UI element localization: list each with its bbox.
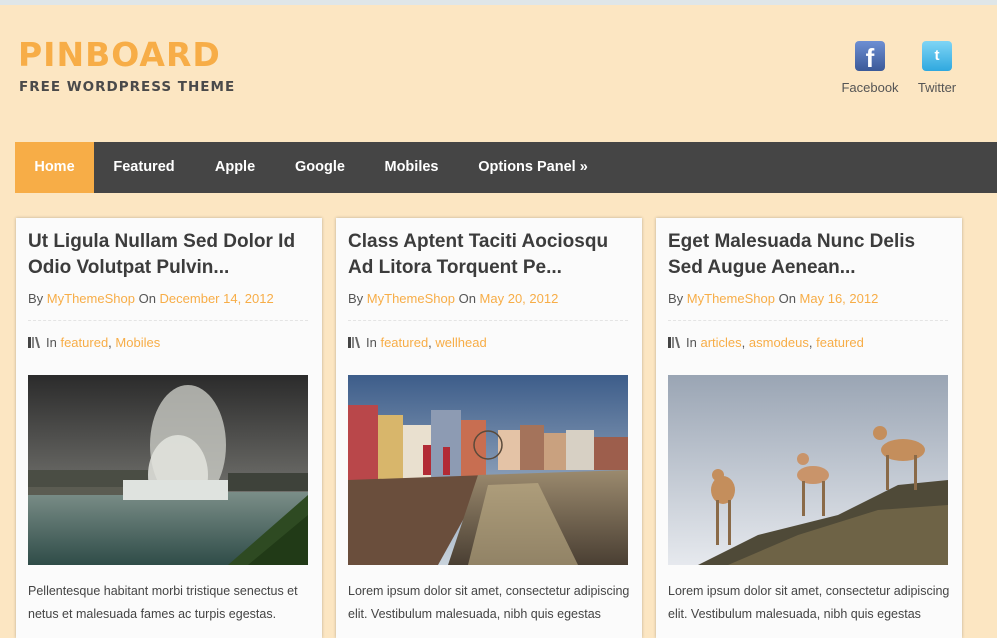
post-excerpt: Lorem ipsum dolor sit amet, consectetur … [668, 584, 950, 621]
category-link[interactable]: Mobiles [115, 335, 160, 350]
category-icon [668, 337, 680, 348]
deer-photo[interactable] [668, 375, 948, 565]
date-link[interactable]: May 16, 2012 [800, 291, 879, 306]
post-card: Eget Malesuada Nunc Delis Sed Augue Aene… [656, 218, 962, 638]
post-excerpt: Pellentesque habitant morbi tristique se… [28, 584, 298, 621]
post-card: Class Aptent Taciti Aociosqu Ad Litora T… [336, 218, 642, 638]
post-title[interactable]: Eget Malesuada Nunc Delis Sed Augue Aene… [668, 229, 953, 281]
waterfall-photo[interactable] [28, 375, 308, 565]
meta-divider [348, 320, 628, 321]
category-link[interactable]: articles [700, 335, 741, 350]
deer-image [668, 375, 948, 565]
in-label: In [366, 335, 377, 350]
date-link[interactable]: December 14, 2012 [160, 291, 274, 306]
post-meta: By MyThemeShop On December 14, 2012 [28, 291, 274, 306]
main-nav: Home Featured Apple Google Mobiles Optio… [15, 142, 997, 193]
post-categories: In articles, asmodeus, featured [668, 335, 864, 350]
waterfall-image [28, 375, 308, 565]
on-label: On [138, 291, 156, 306]
canal-town-photo[interactable] [348, 375, 628, 565]
post-title[interactable]: Ut Ligula Nullam Sed Dolor Id Odio Volut… [28, 229, 313, 281]
post-excerpt: Lorem ipsum dolor sit amet, consectetur … [348, 584, 630, 621]
nav-item-apple[interactable]: Apple [194, 142, 276, 193]
author-link[interactable]: MyThemeShop [687, 291, 775, 306]
by-label: By [28, 291, 44, 306]
category-icon [28, 337, 40, 348]
facebook-label: Facebook [841, 80, 899, 95]
category-link[interactable]: featured [380, 335, 428, 350]
by-label: By [668, 291, 684, 306]
canal-town-image [348, 375, 628, 565]
in-label: In [686, 335, 697, 350]
nav-item-mobiles[interactable]: Mobiles [364, 142, 459, 193]
post-card: Ut Ligula Nullam Sed Dolor Id Odio Volut… [16, 218, 322, 638]
nav-item-google[interactable]: Google [276, 142, 364, 193]
site-logo[interactable]: PINBOARD [18, 38, 221, 71]
site-header: PINBOARD FREE WORDPRESS THEME f Facebook… [0, 5, 997, 142]
facebook-icon: f [855, 41, 885, 73]
author-link[interactable]: MyThemeShop [47, 291, 135, 306]
post-title[interactable]: Class Aptent Taciti Aociosqu Ad Litora T… [348, 229, 633, 281]
date-link[interactable]: May 20, 2012 [480, 291, 559, 306]
category-link[interactable]: featured [60, 335, 108, 350]
post-meta: By MyThemeShop On May 20, 2012 [348, 291, 558, 306]
meta-divider [668, 320, 948, 321]
post-categories: In featured, wellhead [348, 335, 487, 350]
twitter-label: Twitter [917, 80, 957, 95]
facebook-link[interactable]: f Facebook [840, 41, 900, 95]
on-label: On [778, 291, 796, 306]
category-link[interactable]: asmodeus [749, 335, 809, 350]
author-link[interactable]: MyThemeShop [367, 291, 455, 306]
in-label: In [46, 335, 57, 350]
twitter-link[interactable]: t Twitter [912, 41, 962, 95]
meta-divider [28, 320, 308, 321]
post-categories: In featured, Mobiles [28, 335, 160, 350]
on-label: On [458, 291, 476, 306]
category-link[interactable]: featured [816, 335, 864, 350]
nav-item-home[interactable]: Home [15, 142, 94, 193]
twitter-icon: t [922, 41, 952, 71]
category-icon [348, 337, 360, 348]
post-meta: By MyThemeShop On May 16, 2012 [668, 291, 878, 306]
nav-item-featured[interactable]: Featured [94, 142, 194, 193]
by-label: By [348, 291, 364, 306]
nav-item-options-panel[interactable]: Options Panel » [459, 142, 607, 193]
site-tagline: FREE WORDPRESS THEME [19, 79, 236, 95]
category-link[interactable]: wellhead [435, 335, 486, 350]
